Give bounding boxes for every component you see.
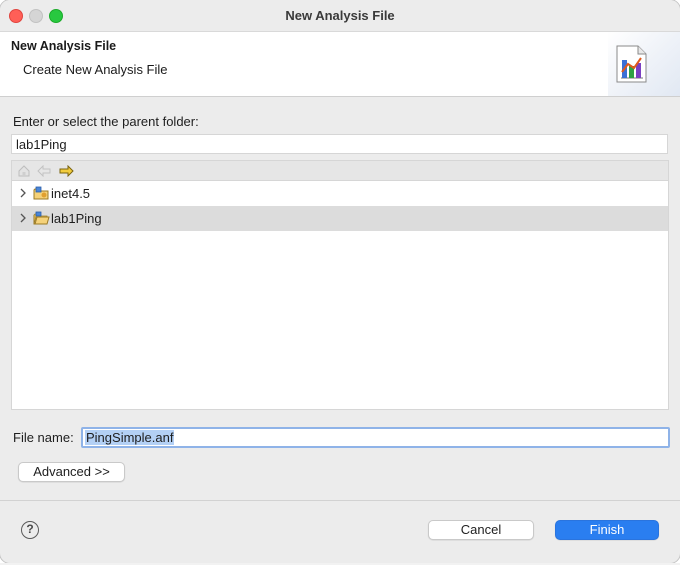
advanced-button[interactable]: Advanced >> (18, 462, 125, 482)
tree-toolbar (11, 160, 669, 180)
parent-folder-label: Enter or select the parent folder: (13, 114, 199, 129)
banner-art (608, 32, 680, 96)
tree-item-lab1ping[interactable]: lab1Ping (12, 206, 668, 231)
window-title: New Analysis File (285, 8, 395, 23)
cancel-button[interactable]: Cancel (428, 520, 534, 540)
analysis-chart-icon (616, 45, 647, 83)
dialog-window: New Analysis File New Analysis File Crea… (0, 0, 680, 563)
tree-item-label: lab1Ping (51, 211, 102, 226)
chevron-right-icon[interactable] (18, 213, 28, 223)
file-name-label: File name: (13, 430, 74, 445)
title-bar: New Analysis File (0, 0, 680, 32)
open-project-folder-icon (33, 211, 50, 225)
finish-button[interactable]: Finish (555, 520, 659, 540)
footer-divider (0, 500, 680, 501)
home-icon[interactable] (16, 163, 32, 179)
tree-item-inet[interactable]: inet4.5 (12, 181, 668, 206)
chevron-right-icon[interactable] (18, 188, 28, 198)
file-name-input[interactable]: PingSimple.anf (81, 427, 670, 448)
back-arrow-icon[interactable] (36, 163, 52, 179)
tree-item-label: inet4.5 (51, 186, 91, 201)
folder-tree[interactable]: inet4.5 lab1Ping (11, 180, 669, 410)
wizard-banner: New Analysis File Create New Analysis Fi… (0, 32, 680, 97)
banner-subtitle: Create New Analysis File (23, 62, 168, 77)
banner-title: New Analysis File (11, 39, 117, 53)
help-button[interactable]: ? (21, 521, 39, 539)
project-folder-icon (33, 186, 49, 200)
file-name-value: PingSimple.anf (85, 430, 175, 445)
forward-arrow-icon[interactable] (58, 163, 74, 179)
parent-folder-input[interactable]: lab1Ping (11, 134, 668, 154)
